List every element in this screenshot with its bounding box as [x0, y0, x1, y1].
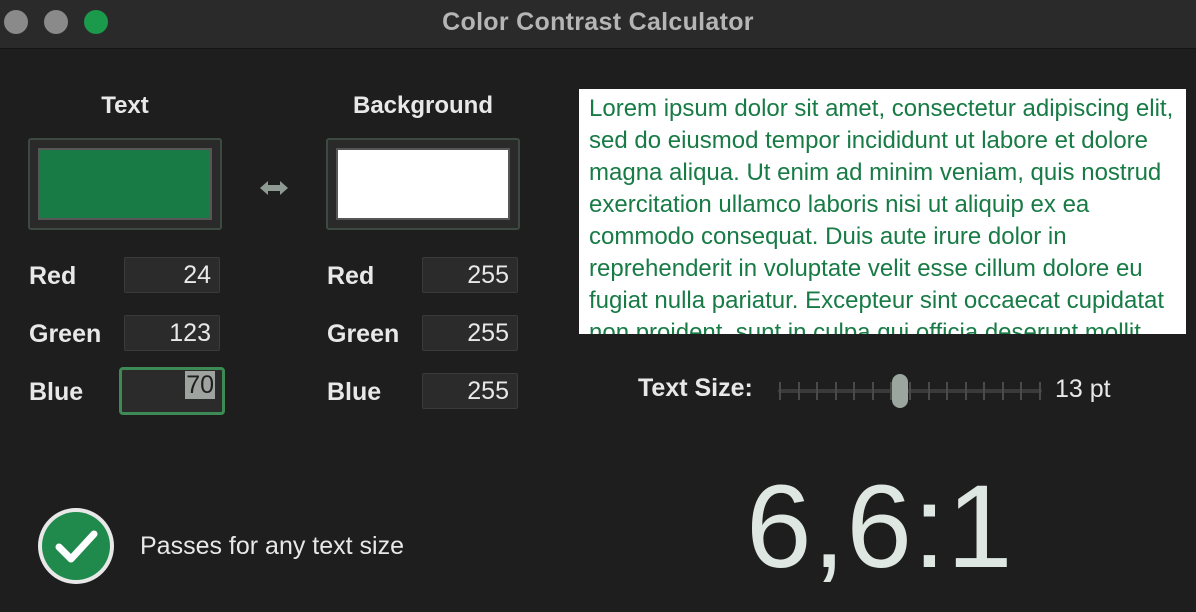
slider-tick [909, 382, 911, 400]
slider-tick [779, 382, 781, 400]
slider-tick [1001, 382, 1004, 400]
background-blue-label: Blue [327, 378, 382, 406]
slider-tick [983, 382, 986, 400]
background-red-label: Red [327, 262, 375, 290]
background-blue-field[interactable]: 255 [422, 373, 518, 409]
background-green-label: Green [327, 320, 400, 348]
text-size-value: 13 pt [1055, 375, 1111, 403]
text-red-label: Red [29, 262, 77, 290]
text-size-label: Text Size: [638, 374, 753, 402]
title-bar: Color Contrast Calculator [0, 0, 1196, 49]
swap-arrows-icon[interactable] [258, 174, 290, 202]
slider-tick [797, 382, 800, 400]
text-blue-value: 70 [185, 371, 215, 399]
checkmark-circle-icon [38, 508, 114, 584]
slider-tick [834, 382, 837, 400]
background-color-well[interactable] [326, 138, 520, 230]
text-green-label: Green [29, 320, 102, 348]
text-blue-label: Blue [29, 378, 84, 406]
text-color-heading: Text [101, 92, 149, 119]
background-red-field[interactable]: 255 [422, 257, 518, 293]
slider-tick [871, 382, 874, 400]
background-color-heading: Background [352, 92, 493, 119]
slider-tick [964, 382, 967, 400]
slider-tick [816, 382, 819, 400]
contrast-ratio: 6,6:1 [746, 461, 1014, 593]
text-size-slider[interactable] [778, 374, 1042, 408]
text-green-field[interactable]: 123 [124, 315, 220, 351]
slider-tick [946, 382, 949, 400]
background-color-swatch [336, 148, 510, 220]
text-red-field[interactable]: 24 [124, 257, 220, 293]
sample-text-preview[interactable]: Lorem ipsum dolor sit amet, consectetur … [579, 89, 1186, 334]
slider-thumb[interactable] [891, 374, 908, 408]
text-color-swatch [38, 148, 212, 220]
text-blue-field[interactable]: 70 [119, 367, 225, 415]
slider-tick [1020, 382, 1023, 400]
pass-status-text: Passes for any text size [140, 532, 405, 560]
text-color-well[interactable] [28, 138, 222, 230]
slider-tick [853, 382, 856, 400]
background-green-field[interactable]: 255 [422, 315, 518, 351]
slider-tick [927, 382, 930, 400]
slider-tick [1039, 382, 1041, 400]
window-title: Color Contrast Calculator [442, 8, 754, 36]
